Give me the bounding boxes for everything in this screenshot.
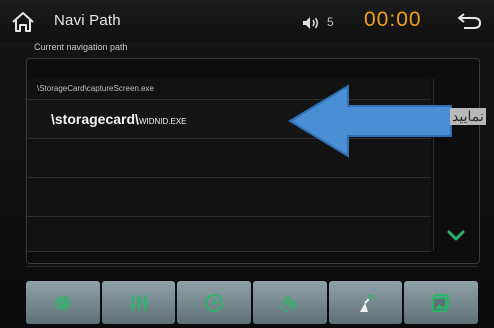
satellite-icon: [281, 295, 298, 312]
home-icon[interactable]: [10, 10, 36, 34]
clock-time: 00:00: [364, 8, 422, 31]
back-icon[interactable]: [455, 10, 483, 32]
satellite-button[interactable]: [253, 281, 327, 324]
selected-path-suffix: WIDNID.EXE: [138, 117, 187, 126]
clock-button[interactable]: [177, 281, 252, 324]
volume-level: 5: [327, 15, 334, 29]
annotation-text: نمایید: [450, 108, 486, 125]
equalizer-icon: [130, 294, 147, 311]
page-title: Navi Path: [54, 12, 121, 29]
clock-icon: [205, 293, 224, 312]
top-bar: Navi Path 5 00:00: [0, 0, 494, 42]
gps-antenna-icon: [359, 293, 374, 312]
divider: [26, 266, 478, 267]
list-item[interactable]: [27, 178, 431, 217]
annotation-arrow-icon: [288, 84, 453, 158]
gear-icon: [55, 294, 71, 311]
photo-button[interactable]: [404, 281, 479, 324]
current-path-label: Current navigation path: [34, 42, 128, 52]
selected-path-main: \storagecard\: [51, 111, 139, 127]
gps-button[interactable]: [328, 281, 403, 324]
chevron-down-icon[interactable]: [447, 229, 465, 241]
equalizer-button[interactable]: [101, 281, 176, 324]
navi-path-screen: Navi Path 5 00:00 Current navigation pat…: [0, 0, 494, 328]
bottom-toolbar: [26, 281, 479, 324]
selected-path-text: \storagecard\WIDNID.EXE: [51, 111, 187, 127]
list-item-label: \StorageCard\captureScreen.exe: [37, 84, 154, 93]
photo-icon: [432, 293, 450, 312]
list-item[interactable]: [27, 217, 431, 252]
settings-button[interactable]: [26, 281, 100, 324]
speaker-icon[interactable]: [302, 16, 320, 30]
